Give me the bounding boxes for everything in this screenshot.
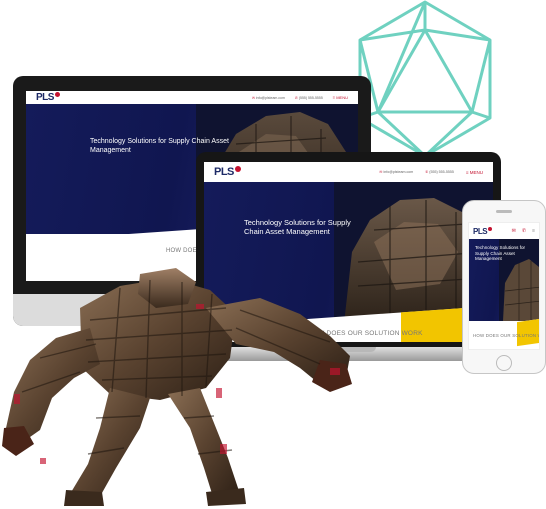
site-logo[interactable]: PLS — [36, 92, 60, 103]
mail-icon[interactable]: ✉ — [512, 228, 516, 234]
logo-dot-icon — [234, 166, 241, 172]
menu-button[interactable]: ≡ MENU — [333, 95, 348, 100]
mobile-nav-icons: ✉ ✆ ≡ — [506, 228, 535, 234]
crate-robot-illustration — [2, 268, 352, 506]
site-navbar: PLS ✉ ✆ ≡ — [469, 223, 539, 239]
site-logo[interactable]: PLS — [473, 226, 493, 236]
phone-home-button — [496, 355, 512, 371]
phone-screen: PLS ✉ ✆ ≡ Technology Solutions for Suppl… — [468, 222, 540, 350]
hero-banner: Technology Solutions for Supply Chain As… — [469, 239, 539, 321]
logo-dot-icon — [54, 92, 60, 97]
logo-dot-icon — [488, 226, 493, 231]
icosahedron-graphic — [358, 0, 492, 158]
contact-phone[interactable]: ✆ (555) 555-5555 — [425, 170, 454, 174]
smartphone-mockup: PLS ✉ ✆ ≡ Technology Solutions for Suppl… — [462, 200, 546, 374]
site-navbar: PLS ✉ info@plsteam.com ✆ (555) 555-5555 … — [204, 162, 493, 182]
site-navbar: PLS ✉ info@plsteam.com ✆ (555) 555-5555 … — [26, 91, 358, 104]
contact-phone[interactable]: ✆ (555) 555-5555 — [295, 96, 323, 100]
phone-speaker — [496, 210, 512, 213]
site-logo[interactable]: PLS — [214, 166, 241, 178]
section-heading: HOW DOES OUR SOLUTION WORK — [473, 333, 539, 338]
menu-button[interactable]: ≡ MENU — [466, 170, 483, 175]
hamburger-icon[interactable]: ≡ — [532, 228, 535, 234]
phone-icon[interactable]: ✆ — [522, 228, 526, 234]
hero-title: Technology Solutions for Supply Chain As… — [244, 218, 351, 237]
contact-email[interactable]: ✉ info@plsteam.com — [252, 96, 285, 100]
website-preview: PLS ✉ ✆ ≡ Technology Solutions for Suppl… — [469, 223, 539, 349]
contact-email[interactable]: ✉ info@plsteam.com — [379, 170, 413, 174]
hero-title: Technology Solutions for Supply Chain As… — [475, 245, 526, 262]
